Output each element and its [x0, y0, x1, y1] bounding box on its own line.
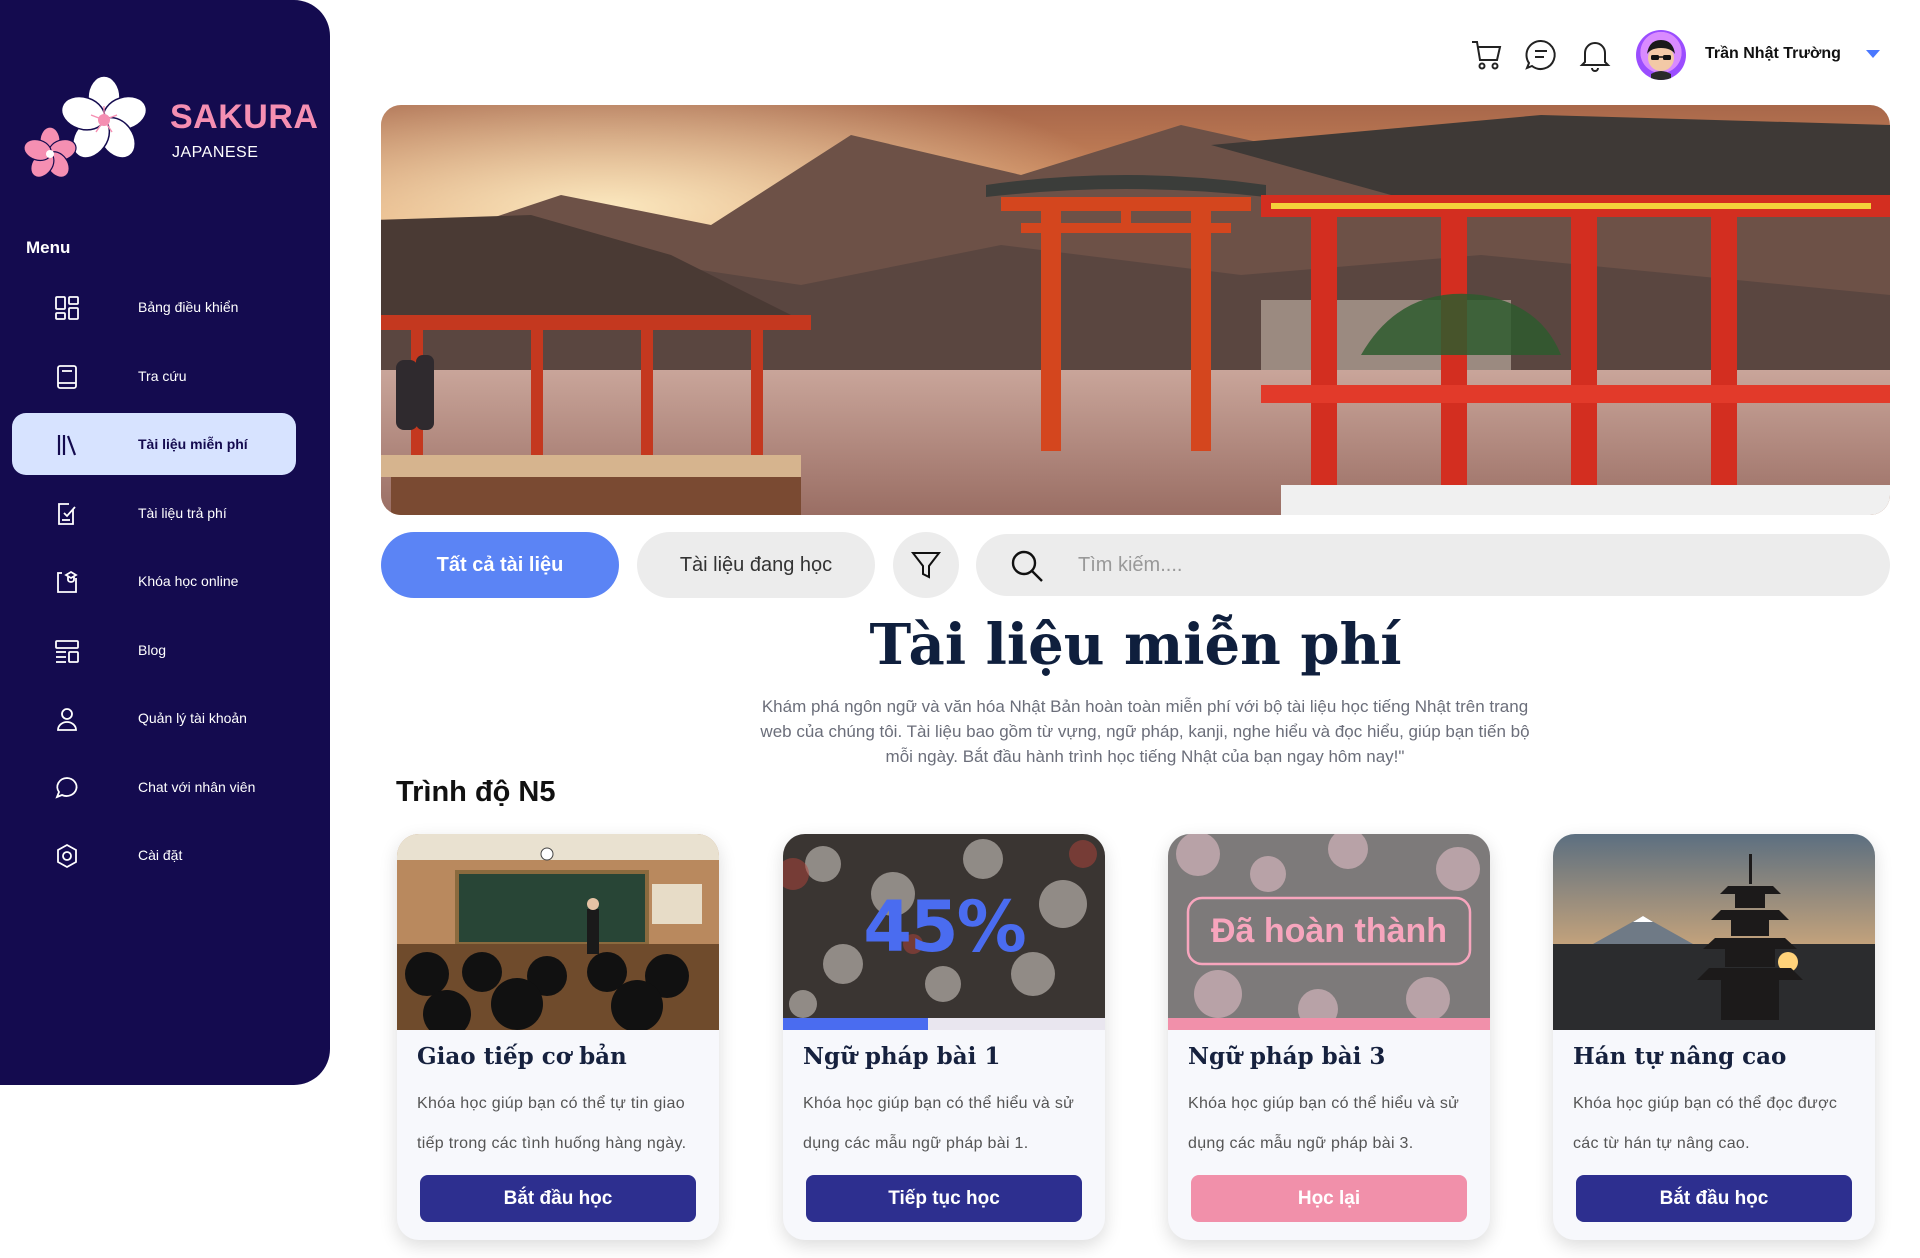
- course-thumbnail: 45%: [783, 834, 1105, 1030]
- sidebar-item-online-course[interactable]: Khóa học online: [12, 550, 296, 612]
- pagoda-fuji-image: [1553, 834, 1875, 1030]
- course-title: Hán tự nâng cao: [1573, 1043, 1787, 1070]
- sidebar-item-settings[interactable]: Cài đặt: [12, 824, 296, 886]
- learning-documents-button[interactable]: Tài liệu đang học: [637, 532, 875, 598]
- course-description: Khóa học giúp bạn có thể hiểu và sử dụng…: [1188, 1095, 1460, 1152]
- menu-title: Menu: [26, 238, 71, 257]
- sidebar-item-label: Chat với nhân viên: [138, 778, 256, 795]
- course-card[interactable]: 45% Ngữ pháp bài 1 Khóa học giúp bạn có …: [783, 834, 1105, 1240]
- sidebar: SAKURA JAPANESE Menu Bảng điều khiển Tra…: [0, 0, 330, 1085]
- chat-icon: [55, 776, 78, 799]
- course-description: Khóa học giúp bạn có thể đọc được các từ…: [1573, 1095, 1838, 1152]
- library-icon: [57, 435, 77, 456]
- brand-subtitle: JAPANESE: [172, 144, 259, 161]
- course-card[interactable]: Giao tiếp cơ bản Khóa học giúp bạn có th…: [397, 834, 719, 1240]
- course-progress-bar: [783, 1018, 1105, 1030]
- course-description: Khóa học giúp bạn có thể tự tin giao tiế…: [417, 1095, 687, 1152]
- course-thumbnail: [397, 834, 719, 1030]
- avatar[interactable]: [1636, 30, 1686, 80]
- dashboard-icon: [55, 296, 79, 320]
- sidebar-item-account[interactable]: Quản lý tài khoản: [12, 687, 296, 749]
- sidebar-item-label: Cài đặt: [138, 847, 183, 863]
- sidebar-item-label: Tài liệu trả phí: [138, 504, 227, 521]
- all-documents-button[interactable]: Tất cả tài liệu: [381, 532, 619, 598]
- sidebar-item-label: Tài liệu miễn phí: [138, 436, 248, 452]
- sidebar-item-paid-documents[interactable]: Tài liệu trả phí: [12, 482, 296, 544]
- cart-icon[interactable]: [1470, 38, 1504, 72]
- progress-overlay-text: 45%: [863, 886, 1027, 968]
- course-card[interactable]: Hán tự nâng cao Khóa học giúp bạn có thể…: [1553, 834, 1875, 1240]
- sidebar-item-label: Quản lý tài khoản: [138, 710, 247, 726]
- course-thumbnail: [1553, 834, 1875, 1030]
- bell-icon[interactable]: [1578, 38, 1612, 72]
- classroom-image: [397, 834, 719, 1030]
- search-input[interactable]: [1078, 544, 1858, 586]
- sidebar-item-label: Blog: [138, 641, 167, 658]
- sidebar-item-dashboard[interactable]: Bảng điều khiển: [12, 276, 296, 338]
- level-title: Trình độ N5: [396, 776, 556, 808]
- relearn-button[interactable]: Học lại: [1191, 1175, 1467, 1222]
- course-progress-bar: [1168, 1018, 1490, 1030]
- page-title: Tài liệu miễn phí: [869, 612, 1402, 678]
- filter-button[interactable]: [893, 532, 959, 598]
- search-bar: [976, 534, 1890, 596]
- chevron-down-icon[interactable]: [1866, 50, 1880, 58]
- sidebar-item-label: Bảng điều khiển: [138, 299, 239, 315]
- progress-fill: [783, 1018, 928, 1030]
- settings-icon: [57, 843, 77, 869]
- avatar-image: [1647, 40, 1675, 80]
- sidebar-item-label: Khóa học online: [138, 573, 239, 589]
- filter-icon: [910, 552, 942, 579]
- sakura-flower-icon: [23, 75, 148, 178]
- user-name[interactable]: Trần Nhật Trường: [1705, 45, 1841, 63]
- start-learning-button[interactable]: Bắt đầu học: [1576, 1175, 1852, 1222]
- sidebar-item-lookup[interactable]: Tra cứu: [12, 345, 296, 407]
- course-description: Khóa học giúp bạn có thể hiểu và sử dụng…: [803, 1095, 1075, 1152]
- search-icon[interactable]: [1010, 549, 1044, 583]
- course-card[interactable]: Đã hoàn thành Ngữ pháp bài 3 Khóa học gi…: [1168, 834, 1490, 1240]
- logo[interactable]: SAKURA JAPANESE: [22, 72, 322, 192]
- completed-overlay-text: Đã hoàn thành: [1210, 912, 1448, 950]
- message-icon[interactable]: [1524, 38, 1558, 72]
- sidebar-item-blog[interactable]: Blog: [12, 619, 296, 681]
- book-icon: [57, 364, 77, 389]
- hero-banner: [381, 105, 1890, 515]
- paid-document-icon: [58, 502, 76, 525]
- page-description: Khám phá ngôn ngữ và văn hóa Nhật Bản ho…: [760, 697, 1530, 766]
- progress-fill: [1168, 1018, 1490, 1030]
- course-title: Ngữ pháp bài 3: [1188, 1043, 1386, 1070]
- brand-name: SAKURA: [170, 98, 319, 136]
- sidebar-item-free-documents[interactable]: Tài liệu miễn phí: [12, 413, 296, 475]
- sidebar-menu: Bảng điều khiển Tra cứu Tài liệu miễn ph…: [12, 276, 296, 893]
- online-course-icon: [57, 570, 78, 593]
- banner-image: [381, 105, 1890, 515]
- sidebar-item-label: Tra cứu: [138, 367, 187, 384]
- sidebar-item-chat[interactable]: Chat với nhân viên: [12, 756, 296, 818]
- course-title: Giao tiếp cơ bản: [417, 1043, 627, 1070]
- start-learning-button[interactable]: Bắt đầu học: [420, 1175, 696, 1222]
- continue-learning-button[interactable]: Tiếp tục học: [806, 1175, 1082, 1222]
- course-thumbnail: Đã hoàn thành: [1168, 834, 1490, 1030]
- blog-icon: [55, 639, 79, 663]
- user-icon: [57, 708, 77, 731]
- course-title: Ngữ pháp bài 1: [803, 1043, 1001, 1070]
